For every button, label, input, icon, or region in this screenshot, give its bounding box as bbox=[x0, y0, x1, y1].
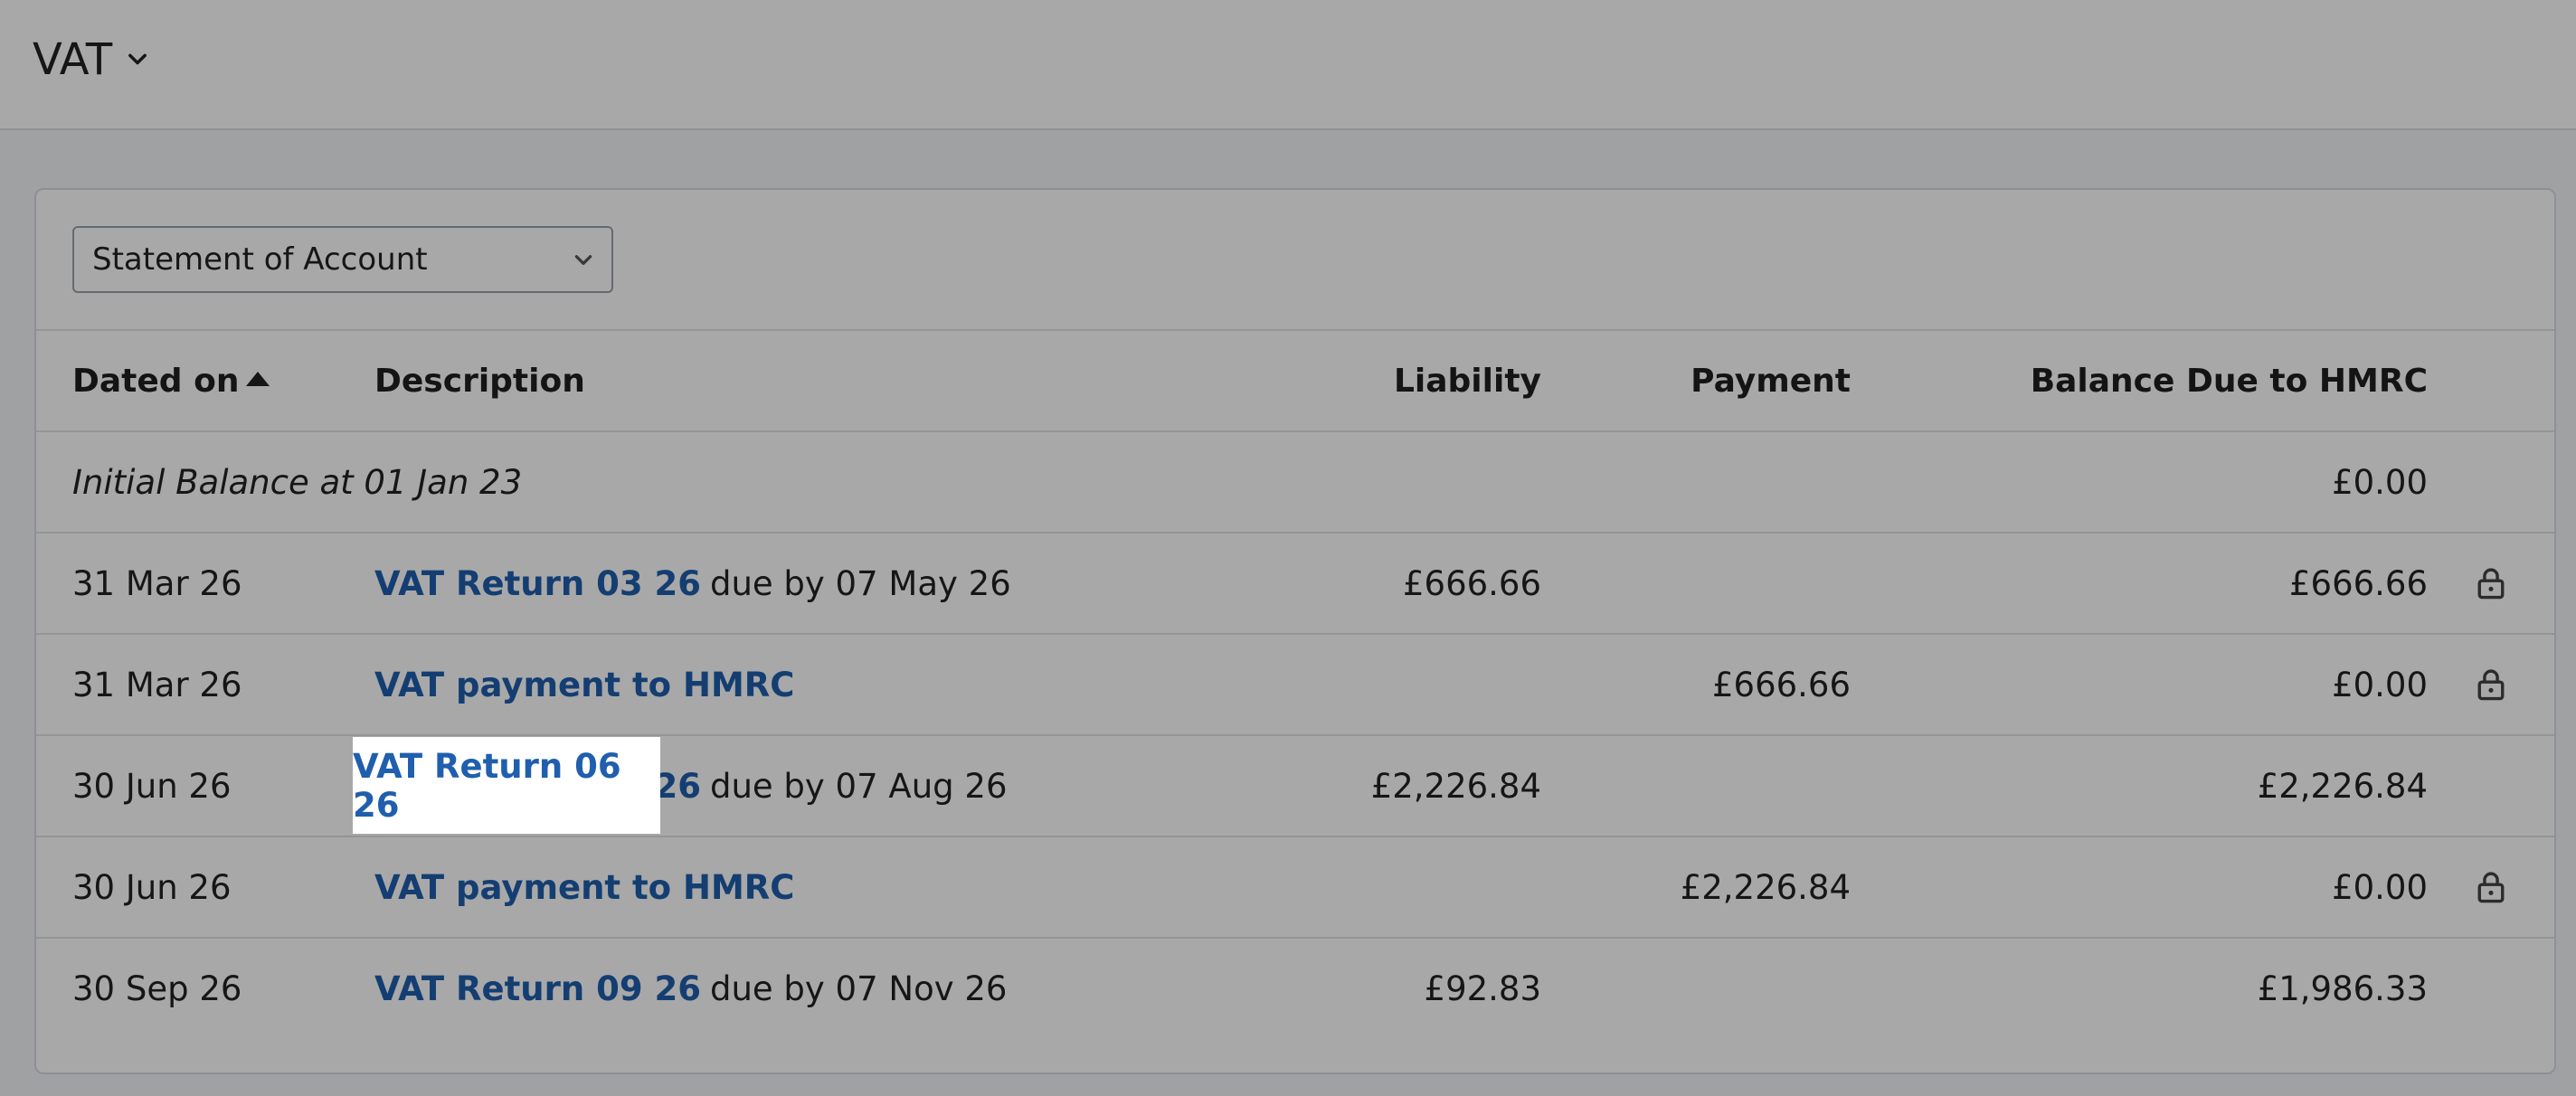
row-balance: £0.00 bbox=[2332, 867, 2428, 907]
row-description: VAT Return 09 26 due by 07 Nov 26 bbox=[374, 939, 1007, 1038]
row-description: VAT payment to HMRC bbox=[374, 635, 794, 734]
initial-balance-label: Initial Balance at 01 Jan 23 bbox=[72, 462, 523, 502]
row-payment: £2,226.84 bbox=[1680, 867, 1851, 907]
lock-icon bbox=[2473, 837, 2509, 937]
table-header: Dated on Description Liability Payment B… bbox=[36, 331, 2554, 430]
table-row-initial-balance: Initial Balance at 01 Jan 23 £0.00 bbox=[36, 432, 2554, 532]
initial-balance-value: £0.00 bbox=[2332, 462, 2428, 502]
table-row: 30 Sep 26 VAT Return 09 26 due by 07 Nov… bbox=[36, 939, 2554, 1038]
vat-payment-link[interactable]: VAT payment to HMRC bbox=[374, 666, 794, 704]
chevron-down-icon bbox=[574, 255, 592, 265]
row-description: VAT Return 03 26 due by 07 May 26 bbox=[374, 534, 1011, 633]
row-due-text: due by 07 May 26 bbox=[709, 563, 1011, 603]
page: VAT Statement of Account Dated on Descri… bbox=[0, 0, 2576, 1096]
row-payment: £666.66 bbox=[1711, 665, 1851, 704]
table-row: 30 Jun 26 VAT payment to HMRC £2,226.84 … bbox=[36, 837, 2554, 937]
chevron-down-icon bbox=[128, 53, 147, 65]
column-header-payment: Payment bbox=[1690, 362, 1851, 400]
row-balance: £0.00 bbox=[2332, 665, 2428, 704]
row-date: 31 Mar 26 bbox=[72, 563, 242, 603]
column-header-balance: Balance Due to HMRC bbox=[2030, 362, 2428, 400]
sort-ascending-icon bbox=[246, 372, 270, 386]
lock-icon bbox=[2473, 635, 2509, 734]
row-liability: £92.83 bbox=[1424, 968, 1541, 1008]
row-description: VAT payment to HMRC bbox=[374, 837, 794, 937]
row-date: 30 Jun 26 bbox=[72, 766, 232, 806]
row-liability: £666.66 bbox=[1402, 563, 1541, 603]
row-liability: £2,226.84 bbox=[1370, 766, 1541, 806]
vat-return-link[interactable]: VAT Return 06 26 bbox=[353, 747, 660, 825]
statement-card: Statement of Account Dated on Descriptio… bbox=[34, 188, 2556, 1074]
column-header-description: Description bbox=[374, 362, 585, 400]
vat-payment-link[interactable]: VAT payment to HMRC bbox=[374, 868, 794, 907]
row-date: 30 Sep 26 bbox=[72, 968, 242, 1008]
highlighted-vat-return-link[interactable]: VAT Return 06 26 bbox=[353, 737, 660, 834]
row-date: 31 Mar 26 bbox=[72, 665, 242, 704]
top-bar: VAT bbox=[0, 0, 2576, 130]
table-row: 31 Mar 26 VAT payment to HMRC £666.66 £0… bbox=[36, 635, 2554, 734]
page-title: VAT bbox=[33, 34, 113, 85]
lock-icon bbox=[2473, 534, 2509, 633]
vat-return-link[interactable]: VAT Return 09 26 bbox=[374, 969, 701, 1008]
column-header-date[interactable]: Dated on bbox=[72, 331, 270, 430]
row-balance: £666.66 bbox=[2288, 563, 2428, 603]
page-title-menu[interactable]: VAT bbox=[33, 33, 150, 87]
statement-type-value: Statement of Account bbox=[92, 241, 428, 278]
column-header-liability: Liability bbox=[1393, 362, 1541, 400]
table-row: 31 Mar 26 VAT Return 03 26 due by 07 May… bbox=[36, 534, 2554, 633]
row-balance: £2,226.84 bbox=[2257, 766, 2428, 806]
row-due-text: due by 07 Nov 26 bbox=[709, 968, 1008, 1008]
statement-type-select[interactable]: Statement of Account bbox=[72, 226, 613, 293]
row-due-text: due by 07 Aug 26 bbox=[709, 766, 1008, 806]
vat-return-link[interactable]: VAT Return 03 26 bbox=[374, 564, 701, 603]
row-balance: £1,986.33 bbox=[2257, 968, 2428, 1008]
row-date: 30 Jun 26 bbox=[72, 867, 232, 907]
column-header-date-label: Dated on bbox=[72, 362, 240, 400]
